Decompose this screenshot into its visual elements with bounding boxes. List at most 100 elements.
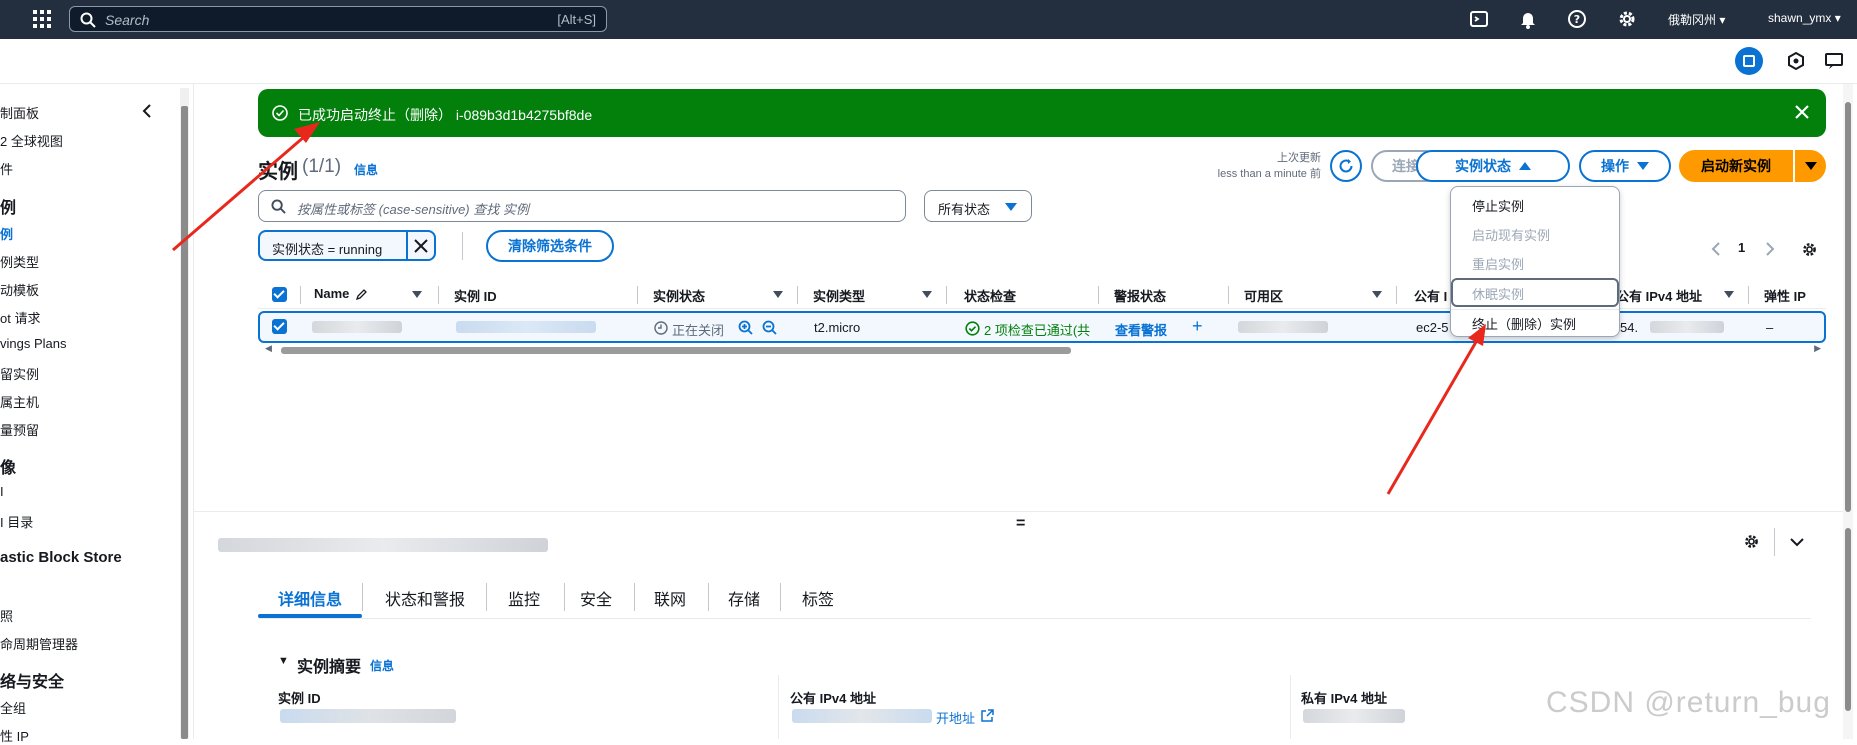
sidebar-item-global-view[interactable]: 2 全球视图 bbox=[0, 131, 63, 150]
sidebar-item-ami[interactable]: I bbox=[0, 484, 4, 499]
sidebar-item-instance-types[interactable]: 例类型 bbox=[0, 252, 39, 271]
launch-instance-button[interactable]: 启动新实例 bbox=[1679, 150, 1793, 182]
instance-search-input[interactable]: 按属性或标签 (case-sensitive) 查找 实例 bbox=[258, 190, 906, 222]
sidebar-item-security-groups[interactable]: 全组 bbox=[0, 698, 26, 717]
col-instance-state[interactable]: 实例状态 bbox=[653, 286, 705, 305]
amazon-q-icon[interactable] bbox=[1786, 51, 1806, 71]
state-filter-select[interactable]: 所有状态 bbox=[924, 190, 1032, 222]
view-alarms-link[interactable]: 查看警报 bbox=[1115, 320, 1167, 339]
open-address-link[interactable]: 开地址 bbox=[936, 708, 975, 727]
tab-networking[interactable]: 联网 bbox=[654, 586, 686, 610]
next-page-chevron-icon[interactable] bbox=[1764, 242, 1776, 256]
edit-pencil-icon[interactable] bbox=[356, 288, 368, 300]
sidebar-item-savings-plans[interactable]: vings Plans bbox=[0, 336, 66, 351]
sidebar-scrollbar[interactable] bbox=[180, 88, 189, 739]
sidebar-section-instances[interactable]: 例 bbox=[0, 194, 16, 218]
sidebar-scroll-thumb[interactable] bbox=[181, 106, 188, 739]
settings-gear-icon[interactable] bbox=[1617, 9, 1637, 29]
menu-item-hibernate-instance[interactable]: 休眠实例 bbox=[1472, 284, 1524, 303]
tab-tags[interactable]: 标签 bbox=[802, 586, 834, 610]
sidebar-section-network-security[interactable]: 络与安全 bbox=[0, 668, 64, 692]
col-instance-type[interactable]: 实例类型 bbox=[813, 286, 865, 305]
tab-status-alarms[interactable]: 状态和警报 bbox=[385, 586, 465, 610]
tab-details[interactable]: 详细信息 bbox=[278, 586, 342, 610]
col-instance-id[interactable]: 实例 ID bbox=[454, 286, 497, 305]
sidebar-item-elastic-ips[interactable]: 性 IP bbox=[0, 726, 29, 745]
col-alarm-status[interactable]: 警报状态 bbox=[1114, 286, 1166, 305]
collapse-panel-chevron-icon[interactable] bbox=[1789, 536, 1805, 548]
tab-storage[interactable]: 存储 bbox=[728, 586, 760, 610]
bell-icon[interactable] bbox=[1518, 9, 1538, 29]
region-selector[interactable]: 俄勒冈州 ▾ bbox=[1668, 11, 1725, 28]
page-number[interactable]: 1 bbox=[1738, 240, 1745, 255]
sidebar-item-capacity-reservations[interactable]: 量预留 bbox=[0, 420, 39, 439]
summary-info-link[interactable]: 信息 bbox=[370, 657, 394, 674]
help-icon[interactable]: ? bbox=[1567, 9, 1587, 29]
col-public-ipv4[interactable]: 公有 IPv4 地址 bbox=[1616, 286, 1702, 305]
info-link[interactable]: 信息 bbox=[354, 161, 378, 178]
sidebar-item-reserved-instances[interactable]: 留实例 bbox=[0, 364, 39, 383]
tab-monitoring[interactable]: 监控 bbox=[508, 586, 540, 610]
clear-filters-button[interactable]: 清除筛选条件 bbox=[486, 230, 614, 262]
col-status-check[interactable]: 状态检查 bbox=[964, 286, 1016, 305]
sidebar-item-instances[interactable]: 例 bbox=[0, 224, 13, 243]
col-name[interactable]: Name bbox=[314, 286, 349, 301]
sort-icon[interactable] bbox=[1372, 291, 1382, 298]
sort-icon[interactable] bbox=[773, 291, 783, 298]
add-alarm-plus-icon[interactable]: + bbox=[1192, 316, 1203, 337]
zoom-out-icon[interactable] bbox=[762, 320, 777, 335]
menu-item-start-instance[interactable]: 启动现有实例 bbox=[1472, 225, 1550, 244]
sidebar-item-snapshots[interactable]: 照 bbox=[0, 606, 13, 625]
scroll-left-arrow-icon[interactable]: ◀ bbox=[265, 343, 272, 354]
sidebar-item-launch-templates[interactable]: 动模板 bbox=[0, 280, 39, 299]
app-grid-icon[interactable] bbox=[33, 10, 51, 28]
launch-dropdown-button[interactable] bbox=[1795, 150, 1826, 182]
menu-item-reboot-instance[interactable]: 重启实例 bbox=[1472, 254, 1524, 273]
sort-icon[interactable] bbox=[922, 291, 932, 298]
split-panel-drag-handle[interactable]: = bbox=[1016, 515, 1028, 533]
table-horizontal-scrollbar[interactable]: ◀ ▶ bbox=[265, 343, 1821, 355]
summary-title[interactable]: 实例摘要 bbox=[297, 653, 361, 677]
menu-item-stop-instance[interactable]: 停止实例 bbox=[1472, 196, 1524, 215]
page-scrollbar[interactable] bbox=[1843, 84, 1853, 739]
row-checkbox[interactable] bbox=[272, 319, 287, 334]
feedback-icon[interactable] bbox=[1824, 51, 1844, 71]
page-scroll-thumb[interactable] bbox=[1845, 102, 1851, 512]
collapse-sidebar-chevron-icon[interactable] bbox=[140, 104, 154, 118]
select-all-checkbox[interactable] bbox=[272, 287, 287, 302]
actions-button[interactable]: 操作 bbox=[1579, 150, 1671, 182]
sort-icon[interactable] bbox=[1724, 291, 1734, 298]
sidebar-section-ebs[interactable]: astic Block Store bbox=[0, 549, 122, 566]
expand-caret-icon[interactable]: ▼ bbox=[278, 655, 289, 667]
refresh-button[interactable] bbox=[1330, 150, 1362, 182]
panel-scroll-thumb[interactable] bbox=[1845, 528, 1851, 711]
cloudshell-icon[interactable] bbox=[1469, 9, 1489, 29]
sidebar-item-ami-catalog[interactable]: I 目录 bbox=[0, 512, 33, 531]
col-public-dns[interactable]: 公有 I bbox=[1414, 286, 1447, 305]
zoom-in-icon[interactable] bbox=[738, 320, 753, 335]
prev-page-chevron-icon[interactable] bbox=[1710, 242, 1722, 256]
scroll-right-arrow-icon[interactable]: ▶ bbox=[1814, 343, 1821, 354]
sidebar-item-dashboard[interactable]: 制面板 bbox=[0, 103, 39, 122]
sidebar-item-dedicated-hosts[interactable]: 属主机 bbox=[0, 392, 39, 411]
table-scroll-thumb[interactable] bbox=[281, 347, 1071, 354]
table-settings-gear-icon[interactable] bbox=[1801, 241, 1818, 258]
sidebar-item-lifecycle-manager[interactable]: 命周期管理器 bbox=[0, 634, 78, 653]
filter-token[interactable]: 实例状态 = running bbox=[258, 230, 436, 261]
dismiss-close-icon[interactable] bbox=[1792, 102, 1812, 122]
col-availability-zone[interactable]: 可用区 bbox=[1244, 286, 1283, 305]
panel-settings-gear-icon[interactable] bbox=[1743, 533, 1760, 550]
instance-state-button[interactable]: 实例状态 bbox=[1416, 150, 1570, 182]
account-menu[interactable]: shawn_ymx ▾ bbox=[1768, 11, 1841, 25]
tab-security[interactable]: 安全 bbox=[580, 586, 612, 610]
sort-icon[interactable] bbox=[412, 291, 422, 298]
sidebar-item-events[interactable]: 件 bbox=[0, 159, 13, 178]
panel-layout-icon[interactable] bbox=[1735, 47, 1763, 75]
col-elastic-ip[interactable]: 弹性 IP bbox=[1764, 286, 1806, 305]
remove-token-close-icon[interactable] bbox=[413, 238, 429, 254]
menu-item-terminate-instance[interactable]: 终止（删除）实例 bbox=[1472, 314, 1576, 333]
global-search-input[interactable]: Search [Alt+S] bbox=[69, 6, 607, 32]
sidebar-item-spot-requests[interactable]: ot 请求 bbox=[0, 308, 40, 327]
external-link-icon[interactable] bbox=[981, 709, 994, 722]
sidebar-section-images[interactable]: 像 bbox=[0, 454, 16, 478]
